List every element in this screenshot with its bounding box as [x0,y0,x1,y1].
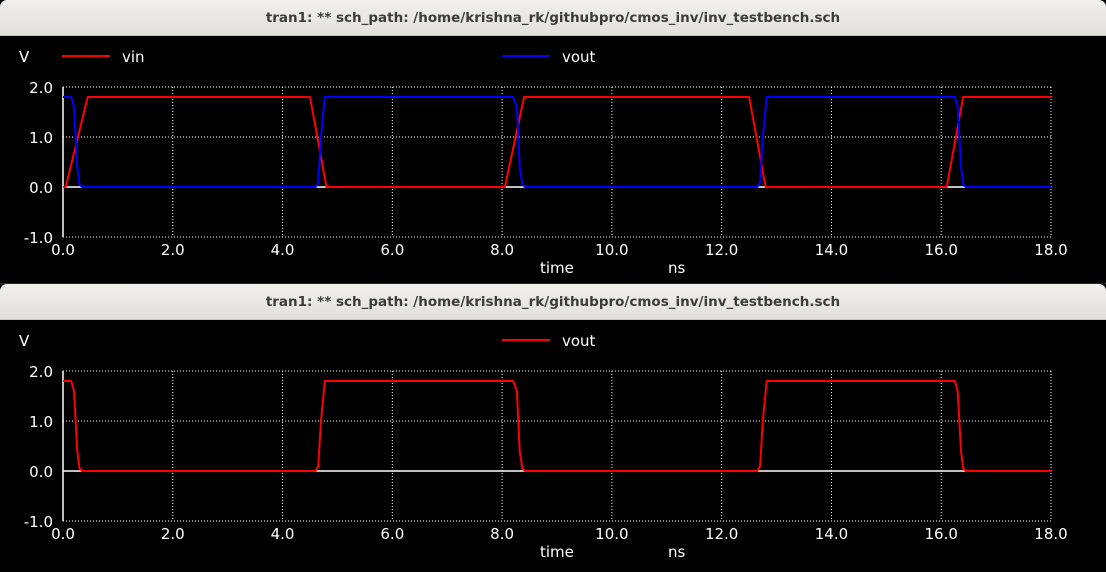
x-tick-label: 10.0 [595,525,628,543]
legend-label: vin [122,48,145,66]
x-axis-unit: ns [668,259,686,277]
window-titlebar[interactable]: tran1: ** sch_path: /home/krishna_rk/git… [0,284,1106,320]
x-axis-label: time [540,543,574,561]
x-tick-label: 16.0 [925,241,958,259]
y-tick-label: 0.0 [29,463,53,481]
waveform-chart[interactable]: -1.00.01.02.00.0 2.0 4.0 6.0 8.0 10.0 12.0 14.0… [0,320,1106,572]
x-tick-label: 4.0 [271,525,295,543]
x-tick-label: 18.0 [1034,525,1067,543]
y-tick-label: 1.0 [29,129,53,147]
series-line-vout [63,96,1051,188]
x-tick-label: 14.0 [815,525,848,543]
y-tick-label: 2.0 [29,363,53,381]
window-titlebar[interactable]: tran1: ** sch_path: /home/krishna_rk/git… [0,0,1106,36]
x-tick-label: 18.0 [1034,241,1067,259]
y-axis-label: V [19,48,30,66]
y-axis-label: V [19,332,30,350]
x-tick-label: 12.0 [705,525,738,543]
y-tick-label: 0.0 [29,179,53,197]
y-tick-label: -1.0 [24,513,53,531]
window-title: tran1: ** sch_path: /home/krishna_rk/git… [265,9,841,26]
legend-label: vout [562,332,596,350]
x-tick-label: 0.0 [51,525,75,543]
series-line-vout [63,380,1051,472]
x-axis-label: time [540,259,574,277]
x-tick-label: 6.0 [380,525,404,543]
y-tick-label: 2.0 [29,79,53,97]
x-tick-label: 4.0 [271,241,295,259]
x-axis-unit: ns [668,543,686,561]
legend-label: vout [562,48,596,66]
x-tick-label: 12.0 [705,241,738,259]
x-tick-label: 14.0 [815,241,848,259]
x-tick-label: 2.0 [161,241,185,259]
x-tick-label: 8.0 [490,241,514,259]
window-title: tran1: ** sch_path: /home/krishna_rk/git… [265,293,841,310]
x-tick-label: 8.0 [490,525,514,543]
y-tick-label: -1.0 [24,229,53,247]
plot-window-1[interactable]: tran1: ** sch_path: /home/krishna_rk/git… [0,0,1106,283]
x-tick-label: 10.0 [595,241,628,259]
y-tick-label: 1.0 [29,413,53,431]
x-tick-label: 0.0 [51,241,75,259]
series-line-vin [63,96,1051,188]
waveform-chart[interactable]: -1.00.01.02.00.0 2.0 4.0 6.0 8.0 10.0 12.0 14.0… [0,36,1106,283]
x-tick-label: 6.0 [380,241,404,259]
x-tick-label: 2.0 [161,525,185,543]
x-tick-label: 16.0 [925,525,958,543]
plot-window-2[interactable]: tran1: ** sch_path: /home/krishna_rk/git… [0,284,1106,572]
